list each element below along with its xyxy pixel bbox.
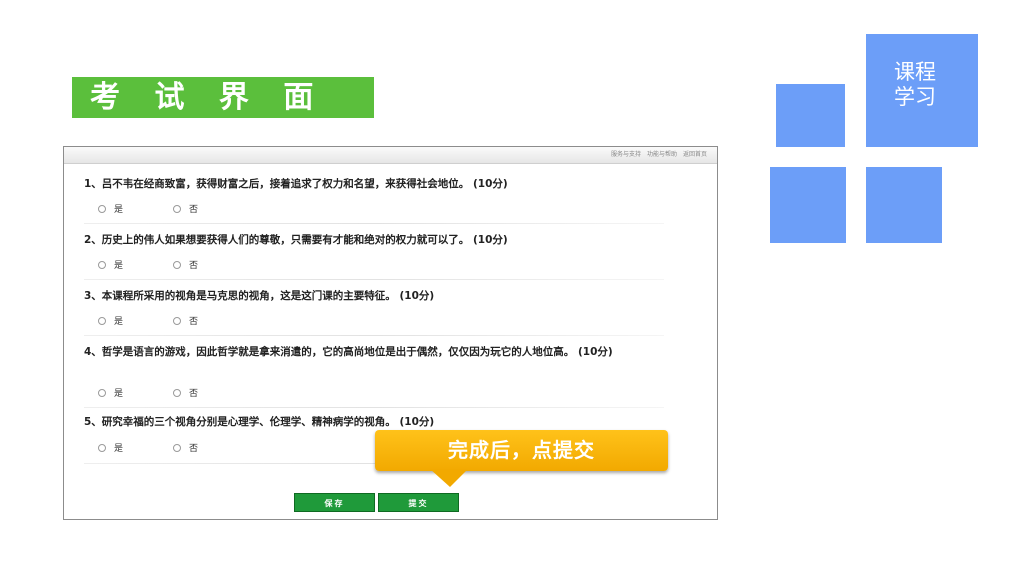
option-yes[interactable]: 是	[98, 202, 123, 215]
submit-button[interactable]: 提交	[378, 493, 459, 512]
divider	[84, 407, 664, 408]
save-button[interactable]: 保存	[294, 493, 375, 512]
radio-icon[interactable]	[98, 443, 106, 452]
option-label: 否	[189, 317, 199, 327]
question-2-options: 是 否	[98, 258, 198, 271]
question-5: 5、研究幸福的三个视角分别是心理学、伦理学、精神病学的视角。 (10分)	[84, 416, 435, 428]
decor-square	[770, 167, 846, 243]
link-help[interactable]: 功能与帮助	[647, 147, 677, 163]
submit-hint-callout: 完成后，点提交	[375, 430, 668, 471]
radio-icon[interactable]	[98, 316, 106, 325]
radio-icon[interactable]	[98, 388, 106, 397]
option-label: 否	[189, 444, 199, 454]
question-4-options: 是 否	[98, 386, 198, 399]
option-no[interactable]: 否	[173, 314, 198, 327]
question-1-options: 是 否	[98, 202, 198, 215]
option-label: 是	[114, 317, 124, 327]
option-yes[interactable]: 是	[98, 386, 123, 399]
question-1: 1、吕不韦在经商致富，获得财富之后，接着追求了权力和名望，来获得社会地位。 (1…	[84, 178, 508, 190]
option-no[interactable]: 否	[173, 386, 198, 399]
option-label: 是	[114, 389, 124, 399]
option-yes[interactable]: 是	[98, 314, 123, 327]
link-home[interactable]: 返回首页	[683, 147, 707, 163]
option-label: 否	[189, 261, 199, 271]
option-yes[interactable]: 是	[98, 258, 123, 271]
question-3-options: 是 否	[98, 314, 198, 327]
question-4: 4、哲学是语言的游戏，因此哲学就是拿来消遣的，它的高尚地位是出于偶然，仅仅因为玩…	[84, 346, 613, 358]
radio-icon[interactable]	[173, 204, 182, 213]
link-support[interactable]: 服务与支持	[611, 147, 641, 163]
radio-icon[interactable]	[173, 443, 182, 452]
callout-pointer	[430, 469, 468, 487]
radio-icon[interactable]	[173, 388, 182, 397]
decor-square	[866, 167, 942, 243]
course-label: 课程 学习	[894, 60, 936, 109]
option-label: 否	[189, 389, 199, 399]
option-no[interactable]: 否	[173, 258, 198, 271]
question-2: 2、历史上的伟人如果想要获得人们的尊敬，只需要有才能和绝对的权力就可以了。 (1…	[84, 234, 508, 246]
radio-icon[interactable]	[173, 316, 182, 325]
divider	[84, 223, 664, 224]
radio-icon[interactable]	[98, 260, 106, 269]
divider	[84, 279, 664, 280]
question-3: 3、本课程所采用的视角是马克思的视角，这是这门课的主要特征。 (10分)	[84, 290, 435, 302]
divider	[84, 335, 664, 336]
option-no[interactable]: 否	[173, 441, 198, 454]
radio-icon[interactable]	[98, 204, 106, 213]
option-label: 是	[114, 205, 124, 215]
page-title: 考 试 界 面	[90, 80, 326, 115]
option-label: 是	[114, 444, 124, 454]
question-5-options: 是 否	[98, 441, 198, 454]
top-toolbar: 服务与支持 功能与帮助 返回首页	[64, 147, 717, 164]
option-label: 否	[189, 205, 199, 215]
option-no[interactable]: 否	[173, 202, 198, 215]
radio-icon[interactable]	[173, 260, 182, 269]
option-label: 是	[114, 261, 124, 271]
decor-square	[776, 84, 845, 147]
top-links: 服务与支持 功能与帮助 返回首页	[611, 147, 707, 163]
option-yes[interactable]: 是	[98, 441, 123, 454]
